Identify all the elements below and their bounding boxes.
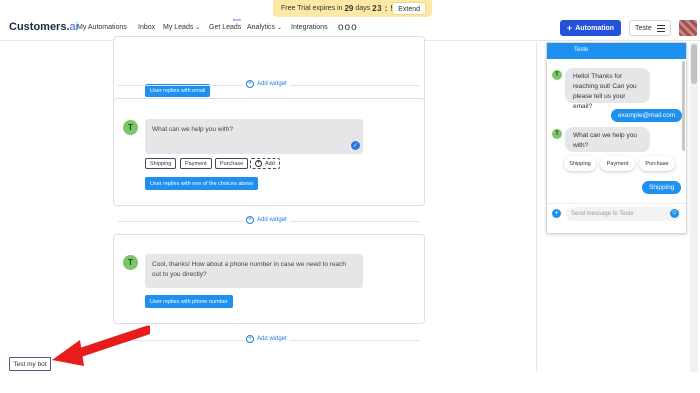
nav-my-automations[interactable]: My Automations [77, 24, 127, 31]
logo[interactable]: Customers.ai [9, 21, 78, 33]
emoji-icon[interactable]: ☺ [670, 209, 679, 218]
plus-circle-icon: + [255, 160, 262, 167]
bot-avatar: T [552, 70, 562, 80]
add-choice-button[interactable]: + Add [250, 158, 280, 169]
chat-message-input[interactable]: Send message to Teste [566, 207, 681, 221]
choice-payment[interactable]: Payment [180, 158, 212, 169]
bot-avatar: T [123, 255, 138, 270]
chat-scrollbar[interactable] [682, 61, 685, 151]
nav-analytics[interactable]: Analytics ⌄ [247, 24, 282, 31]
plus-circle-icon: + [246, 335, 254, 343]
hamburger-icon [657, 25, 665, 34]
plus-icon[interactable]: + [552, 209, 561, 218]
widget-card-choices[interactable]: T What can we help you with? ✓ Shipping … [113, 98, 425, 206]
chat-bot-message: What can we help you with? [565, 127, 650, 152]
chat-choice-shipping[interactable]: Shipping [564, 156, 596, 171]
bot-message-bubble[interactable]: What can we help you with? [145, 119, 363, 154]
new-automation-button[interactable]: + Automation [560, 20, 621, 36]
plus-circle-icon: + [246, 80, 254, 88]
check-icon: ✓ [351, 141, 360, 150]
account-menu-button[interactable]: Teste [629, 20, 671, 36]
chevron-down-icon: ⌄ [277, 25, 283, 31]
reply-phone-button[interactable]: User replies with phone number [145, 295, 233, 308]
chat-header: Teste [547, 43, 686, 59]
chat-input-bar: + Send message to Teste ☺ [547, 203, 686, 225]
widget-card-phone[interactable]: T Cool, thanks! How about a phone number… [113, 234, 425, 324]
trial-banner: Free Trial expires in 29 days 23 : 53 Ex… [273, 0, 432, 17]
add-widget-row[interactable]: + Add widget [118, 335, 420, 345]
trial-days-label: days [355, 5, 371, 12]
scrollbar-thumb[interactable] [691, 44, 697, 84]
choice-shipping[interactable]: Shipping [145, 158, 177, 169]
beta-badge: beta [233, 17, 241, 22]
chat-bot-message: Hello! Thanks for reaching out! Can you … [565, 68, 650, 110]
nav-integrations[interactable]: Integrations [291, 24, 328, 31]
add-widget-row[interactable]: + Add widget [118, 216, 420, 226]
chevron-down-icon: ⌄ [195, 25, 201, 31]
user-avatar[interactable] [679, 20, 697, 36]
chat-choice-payment[interactable]: Payment [600, 156, 635, 171]
more-menu-icon[interactable]: ooo [338, 22, 358, 33]
trial-prefix: Free Trial expires in [281, 5, 343, 12]
chat-preview: Teste T Hello! Thanks for reaching out! … [546, 42, 687, 234]
nav-inbox[interactable]: Inbox [138, 24, 155, 31]
bot-message-bubble[interactable]: Cool, thanks! How about a phone number i… [145, 254, 363, 288]
bot-avatar: T [552, 129, 562, 139]
reply-choices-button[interactable]: User replies with one of the choices abo… [145, 177, 259, 190]
red-arrow-annotation [52, 325, 150, 366]
nav-my-leads[interactable]: My Leads ⌄ [163, 24, 200, 31]
nav-get-leads[interactable]: Get Leads [209, 24, 241, 31]
chat-user-reply: example@mail.com [611, 109, 683, 122]
chat-choice-purchase[interactable]: Purchase [639, 156, 675, 171]
plus-circle-icon: + [246, 216, 254, 224]
add-widget-row[interactable]: + Add widget [118, 80, 420, 90]
extend-button[interactable]: Extend [392, 2, 426, 15]
trial-days-value: 29 [344, 4, 354, 13]
chat-user-reply: Shipping [642, 181, 682, 194]
page-scrollbar[interactable] [690, 42, 698, 372]
bot-avatar: T [123, 120, 138, 135]
test-my-bot-button[interactable]: Test my bot [9, 357, 51, 371]
plus-icon: + [566, 23, 573, 33]
choice-purchase[interactable]: Purchase [215, 158, 249, 169]
